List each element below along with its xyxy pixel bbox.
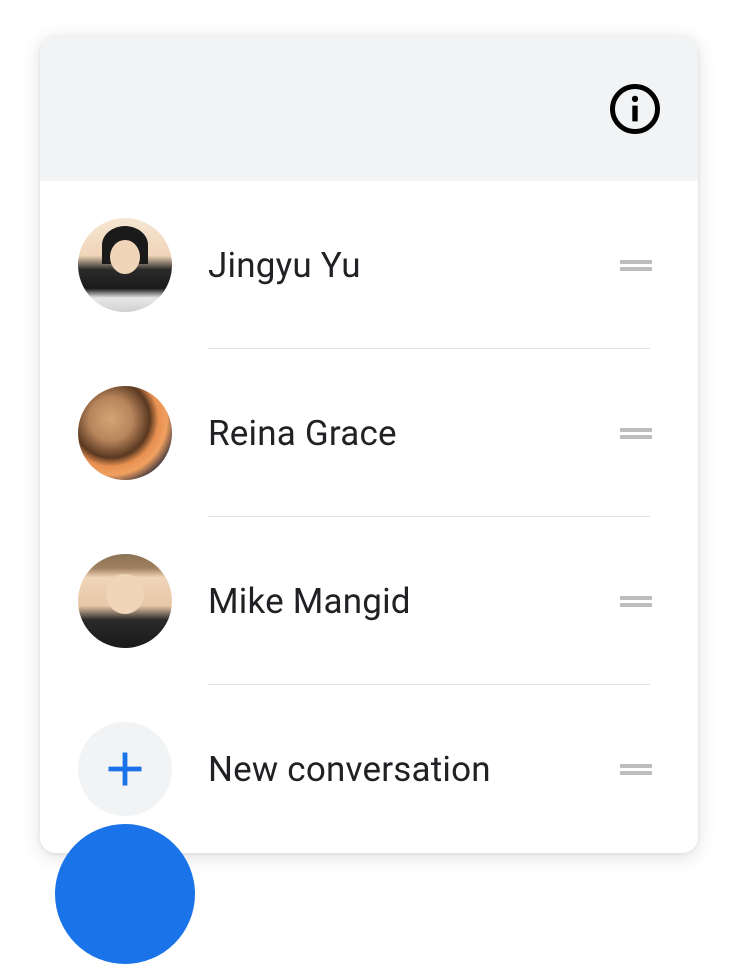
drag-handle-icon (620, 595, 652, 607)
conversation-item[interactable]: Reina Grace (40, 349, 698, 517)
drag-handle-icon (620, 259, 652, 271)
contact-name: Mike Mangid (208, 581, 411, 622)
drag-handle[interactable] (612, 587, 660, 615)
drag-handle-icon (620, 427, 652, 439)
drag-handle[interactable] (612, 755, 660, 783)
drag-handle-icon (620, 763, 652, 775)
contact-name: Jingyu Yu (208, 245, 361, 286)
avatar (78, 554, 172, 648)
info-icon (608, 82, 662, 136)
avatar (78, 218, 172, 312)
contact-name: Reina Grace (208, 413, 397, 454)
new-conversation-label: New conversation (208, 749, 491, 790)
fab-button[interactable] (55, 824, 195, 964)
popup-header (40, 36, 698, 181)
conversation-item[interactable]: Jingyu Yu (40, 181, 698, 349)
drag-handle[interactable] (612, 251, 660, 279)
conversation-item[interactable]: Mike Mangid (40, 517, 698, 685)
plus-icon (103, 747, 147, 791)
drag-handle[interactable] (612, 419, 660, 447)
new-conversation-avatar (78, 722, 172, 816)
conversation-list: Jingyu Yu Reina Grace (40, 181, 698, 853)
avatar (78, 386, 172, 480)
info-button[interactable] (608, 82, 662, 136)
conversation-popup: Jingyu Yu Reina Grace (40, 36, 698, 853)
